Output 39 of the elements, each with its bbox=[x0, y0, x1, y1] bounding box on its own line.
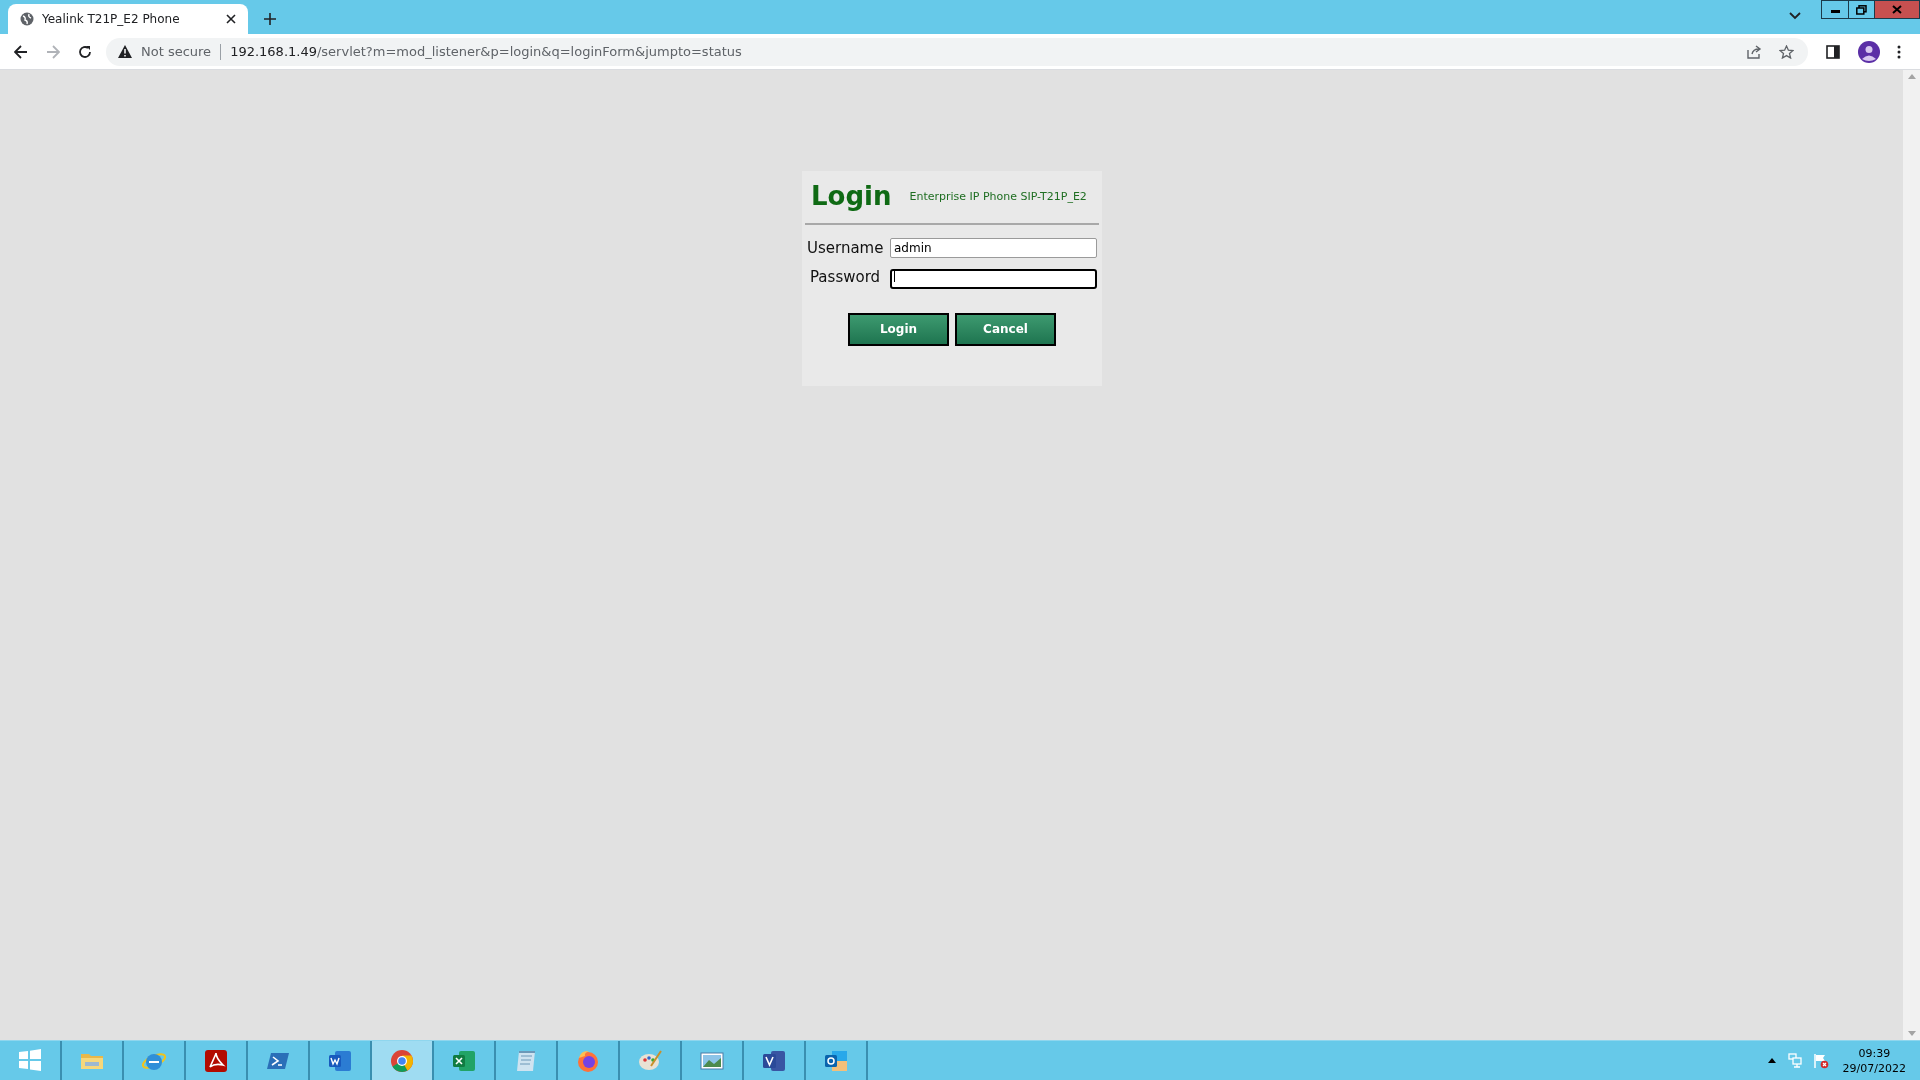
close-button[interactable] bbox=[1875, 0, 1920, 19]
login-subtitle: Enterprise IP Phone SIP-T21P_E2 bbox=[909, 188, 1087, 205]
username-field[interactable]: admin bbox=[890, 238, 1097, 259]
security-label: Not secure bbox=[141, 42, 212, 61]
menu-icon[interactable] bbox=[1897, 44, 1901, 59]
browser-tab[interactable]: Yealink T21P_E2 Phone bbox=[8, 4, 248, 34]
minimize-button[interactable] bbox=[1821, 0, 1849, 19]
share-icon[interactable] bbox=[1747, 44, 1762, 59]
windows-icon bbox=[17, 1047, 43, 1074]
clock-time: 09:39 bbox=[1858, 1045, 1891, 1061]
close-icon[interactable] bbox=[226, 14, 236, 24]
close-icon bbox=[1892, 5, 1902, 14]
new-tab-icon[interactable] bbox=[264, 13, 276, 25]
browser-icon bbox=[389, 1047, 415, 1074]
tray-arrow-icon[interactable] bbox=[1767, 1058, 1776, 1063]
flag-icon[interactable] bbox=[1812, 1052, 1829, 1069]
side-panel-icon[interactable] bbox=[1826, 44, 1840, 59]
star-icon[interactable] bbox=[1779, 44, 1794, 59]
cancel-button[interactable]: Cancel bbox=[955, 312, 1056, 346]
address-bar[interactable]: Not secure 192.168.1.49/servlet?m=mod_listener&p=login&q=loginForm&jumpto=status bbox=[106, 37, 1808, 66]
login-title: Login bbox=[811, 180, 892, 213]
avatar-icon[interactable] bbox=[1858, 40, 1880, 63]
tab-title: Yealink T21P_E2 Phone bbox=[42, 11, 181, 28]
pdf-icon bbox=[203, 1047, 229, 1074]
field-label: Password bbox=[809, 267, 882, 289]
reload-icon[interactable] bbox=[78, 44, 92, 59]
login-button[interactable]: Login bbox=[848, 312, 949, 346]
restore-icon bbox=[1856, 4, 1867, 15]
back-icon[interactable] bbox=[14, 44, 28, 59]
globe-icon bbox=[20, 12, 34, 26]
url-text: 192.168.1.49/servlet?m=mod_listener&p=login&q=loginForm&jumpto=status bbox=[230, 42, 742, 61]
password-field[interactable] bbox=[890, 268, 1097, 289]
warning-icon bbox=[118, 45, 132, 58]
clock-date: 29/07/2022 bbox=[1842, 1060, 1906, 1076]
restore-button[interactable] bbox=[1849, 0, 1875, 19]
field-label: Username bbox=[806, 238, 885, 259]
taskbar-button[interactable] bbox=[372, 1041, 434, 1080]
forward-icon bbox=[46, 44, 60, 59]
chevron-down-icon[interactable] bbox=[1789, 12, 1801, 20]
